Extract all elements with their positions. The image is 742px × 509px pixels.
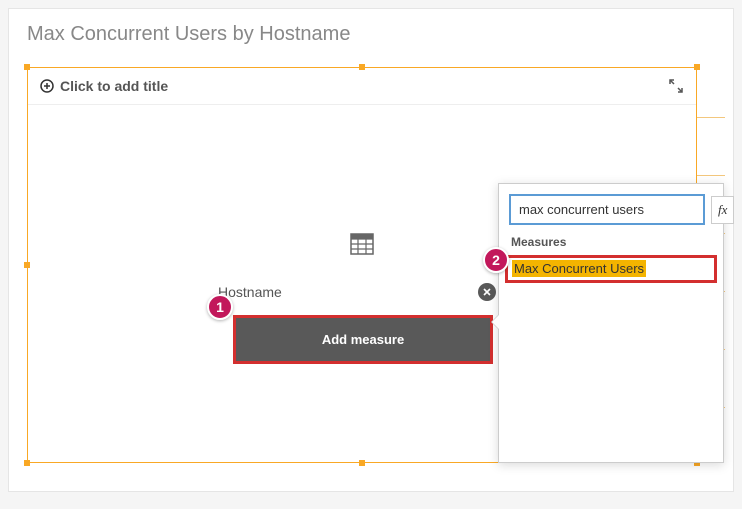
panel-title: Max Concurrent Users by Hostname — [9, 9, 733, 56]
dimension-row: Hostname — [218, 283, 496, 301]
visualization-header: Click to add title — [28, 68, 696, 105]
expand-icon[interactable] — [668, 78, 684, 94]
measure-option[interactable]: Max Concurrent Users — [512, 260, 646, 277]
measures-section-label: Measures — [499, 231, 723, 255]
callout-badge-1: 1 — [207, 294, 233, 320]
table-icon — [350, 233, 374, 260]
add-title-label: Click to add title — [60, 78, 168, 94]
add-title-button[interactable]: Click to add title — [40, 78, 168, 94]
remove-dimension-button[interactable] — [478, 283, 496, 301]
measure-search-input[interactable] — [509, 194, 705, 225]
add-measure-highlight: Add measure — [233, 315, 493, 364]
measure-option-highlight: Max Concurrent Users — [505, 255, 717, 283]
callout-badge-2: 2 — [483, 247, 509, 273]
search-row: fx — [499, 184, 723, 231]
expression-editor-button[interactable]: fx — [711, 196, 734, 224]
close-icon — [482, 287, 492, 297]
add-measure-button[interactable]: Add measure — [233, 315, 493, 364]
plus-circle-icon — [40, 79, 54, 93]
measure-picker-popover: fx Measures Max Concurrent Users — [498, 183, 724, 463]
